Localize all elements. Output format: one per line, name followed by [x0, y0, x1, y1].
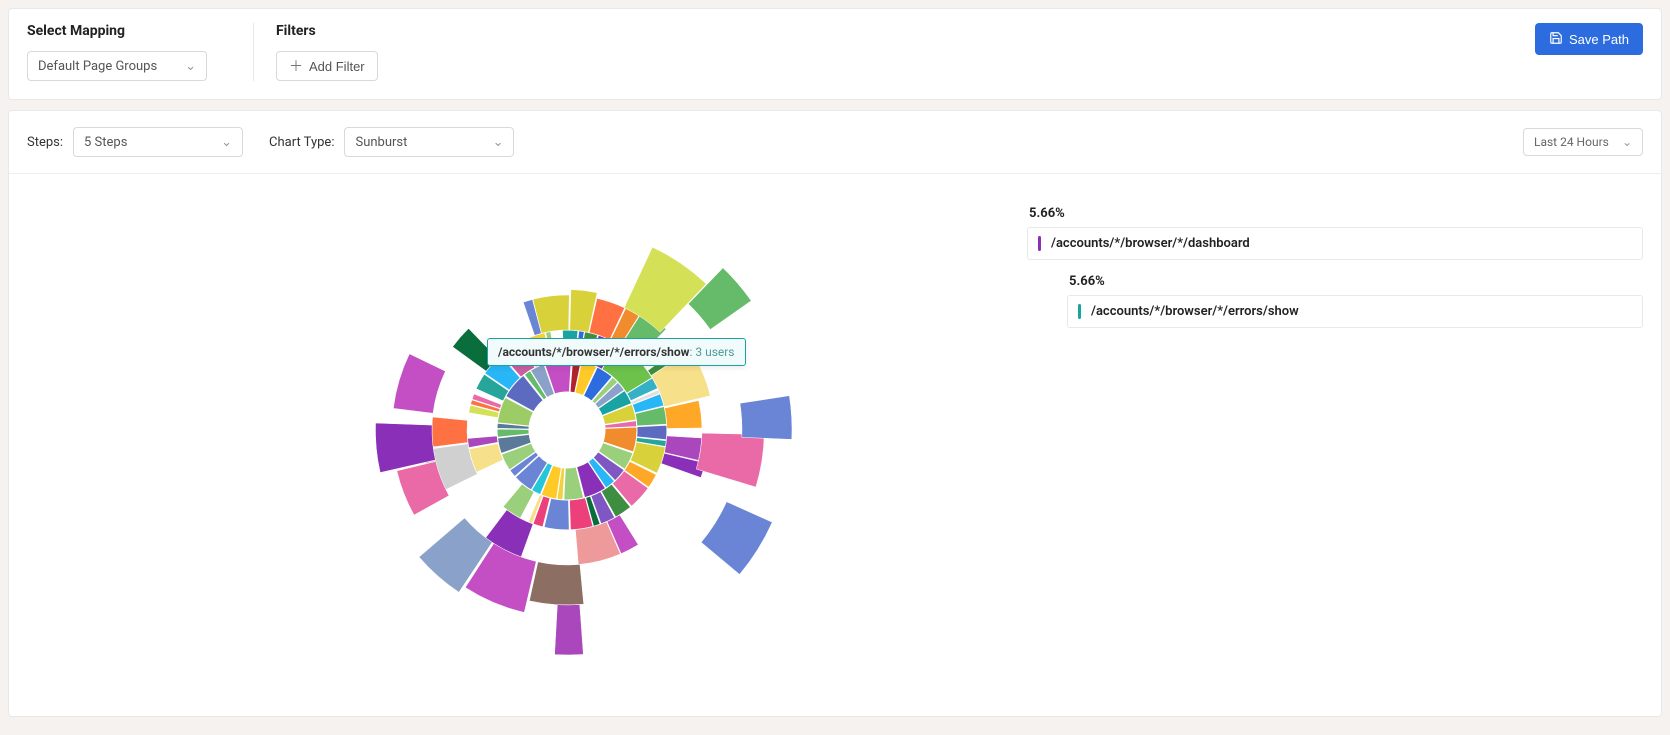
- filters-section: Filters ＋ Add Filter: [276, 23, 378, 81]
- sunburst-arc[interactable]: [432, 417, 468, 447]
- breadcrumb-percent: 5.66%: [1029, 206, 1643, 221]
- save-path-label: Save Path: [1569, 32, 1629, 47]
- mapping-select[interactable]: Default Page Groups ⌄: [27, 51, 207, 81]
- breadcrumb-item[interactable]: /accounts/*/browser/*/dashboard: [1027, 227, 1643, 260]
- sunburst-arc[interactable]: [555, 605, 584, 655]
- save-icon: [1549, 31, 1563, 48]
- sunburst-arc[interactable]: [740, 396, 792, 440]
- chevron-down-icon: ⌄: [221, 135, 232, 150]
- steps-label: Steps:: [27, 135, 63, 150]
- breadcrumb-color-bar: [1078, 304, 1081, 319]
- chart-tooltip: /accounts/*/browser/*/errors/show: 3 use…: [487, 338, 746, 366]
- sunburst-arc[interactable]: [696, 433, 764, 487]
- breadcrumb-item[interactable]: /accounts/*/browser/*/errors/show: [1067, 295, 1643, 328]
- tooltip-path: /accounts/*/browser/*/errors/show: [498, 345, 689, 359]
- sunburst-arc[interactable]: [529, 562, 583, 605]
- add-filter-button[interactable]: ＋ Add Filter: [276, 51, 378, 81]
- chevron-down-icon: ⌄: [493, 135, 504, 150]
- chart-type-select[interactable]: Sunburst ⌄: [344, 127, 514, 157]
- time-range-value: Last 24 Hours: [1534, 135, 1609, 149]
- select-mapping-section: Select Mapping Default Page Groups ⌄: [27, 23, 207, 81]
- steps-select[interactable]: 5 Steps ⌄: [73, 127, 243, 157]
- sunburst-chart[interactable]: /accounts/*/browser/*/errors/show: 3 use…: [27, 200, 1027, 680]
- select-mapping-label: Select Mapping: [27, 23, 207, 39]
- sunburst-arc[interactable]: [393, 354, 445, 413]
- add-filter-label: Add Filter: [309, 59, 365, 74]
- chart-type-select-value: Sunburst: [355, 135, 407, 150]
- save-path-button[interactable]: Save Path: [1535, 23, 1643, 55]
- path-breadcrumbs: 5.66% /accounts/*/browser/*/dashboard 5.66…: [1027, 200, 1643, 680]
- breadcrumb-path: /accounts/*/browser/*/errors/show: [1091, 304, 1299, 319]
- tooltip-users: : 3 users: [689, 345, 734, 359]
- filters-label: Filters: [276, 23, 378, 39]
- breadcrumb-percent: 5.66%: [1069, 274, 1643, 289]
- mapping-select-value: Default Page Groups: [38, 59, 157, 74]
- breadcrumb-color-bar: [1038, 236, 1041, 251]
- chart-type-label: Chart Type:: [269, 135, 334, 150]
- sunburst-arc[interactable]: [701, 502, 772, 575]
- chevron-down-icon: ⌄: [185, 59, 196, 74]
- steps-select-value: 5 Steps: [84, 135, 127, 150]
- breadcrumb-path: /accounts/*/browser/*/dashboard: [1051, 236, 1250, 251]
- chevron-down-icon: ⌄: [1622, 135, 1632, 149]
- chart-toolbar: Steps: 5 Steps ⌄ Chart Type: Sunburst ⌄ …: [9, 111, 1661, 174]
- time-range-select[interactable]: Last 24 Hours ⌄: [1523, 128, 1643, 156]
- plus-icon: ＋: [289, 56, 303, 76]
- vertical-divider: [253, 23, 254, 81]
